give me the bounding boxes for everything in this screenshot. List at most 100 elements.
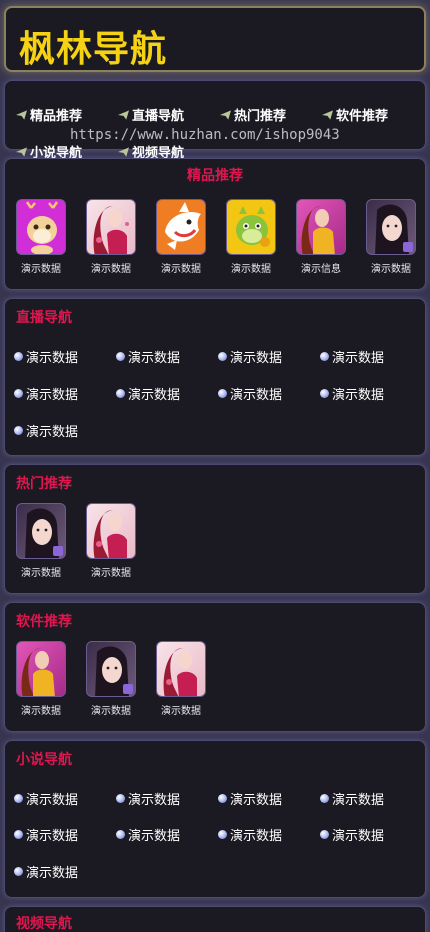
novel-section: 小说导航 演示数据 演示数据 演示数据 演示数据 演示数据 演示数据 演示数据 …: [4, 740, 426, 898]
featured-section: 精品推荐 演示数据 演示数据 演示数据 演示数据 演示信息 演示数据: [4, 158, 426, 290]
link-label: 演示数据: [26, 829, 79, 844]
app-label: 演示数据: [21, 264, 61, 275]
site-title: 枫林导航: [19, 29, 168, 70]
bullet-icon: [320, 389, 329, 398]
app-card[interactable]: 演示数据: [12, 503, 70, 579]
app-card[interactable]: 演示数据: [82, 503, 140, 579]
link-label: 演示数据: [26, 351, 79, 366]
portrait-icon: [366, 199, 416, 255]
link-item[interactable]: 演示数据: [14, 347, 78, 366]
bullet-icon: [320, 794, 329, 803]
nav-item-label: 软件推荐: [336, 109, 389, 124]
bullet-icon: [116, 830, 125, 839]
link-label: 演示数据: [128, 829, 181, 844]
paper-plane-icon: [220, 109, 231, 120]
link-item[interactable]: 演示数据: [218, 384, 282, 403]
app-label: 演示数据: [91, 568, 131, 579]
portrait-icon: [86, 199, 136, 255]
paper-plane-icon: [322, 109, 333, 120]
link-item[interactable]: 演示数据: [14, 789, 78, 808]
nav-item-label: 精品推荐: [30, 109, 83, 124]
paper-plane-icon: [118, 109, 129, 120]
nav-item-label: 热门推荐: [234, 109, 287, 124]
link-item[interactable]: 演示数据: [14, 384, 78, 403]
paper-plane-icon: [16, 146, 27, 157]
bullet-icon: [218, 352, 227, 361]
deer-mascot-icon: [16, 199, 66, 255]
link-label: 演示数据: [26, 388, 79, 403]
link-item[interactable]: 演示数据: [116, 384, 180, 403]
link-item[interactable]: 演示数据: [320, 789, 384, 808]
app-label: 演示数据: [161, 264, 201, 275]
portrait-icon: [296, 199, 346, 255]
link-label: 演示数据: [230, 829, 283, 844]
app-card[interactable]: 演示数据: [362, 199, 420, 275]
app-card[interactable]: 演示数据: [152, 199, 210, 275]
link-label: 演示数据: [332, 793, 385, 808]
link-label: 演示数据: [128, 388, 181, 403]
link-item[interactable]: 演示数据: [218, 825, 282, 844]
bullet-icon: [116, 389, 125, 398]
bullet-icon: [116, 352, 125, 361]
app-label: 演示数据: [91, 264, 131, 275]
bullet-icon: [14, 794, 23, 803]
nav-item-software[interactable]: 软件推荐: [322, 105, 388, 124]
app-card[interactable]: 演示数据: [82, 199, 140, 275]
app-card[interactable]: 演示数据: [12, 641, 70, 717]
link-item[interactable]: 演示数据: [218, 347, 282, 366]
app-label: 演示数据: [161, 706, 201, 717]
link-item[interactable]: 演示数据: [116, 789, 180, 808]
bullet-icon: [218, 830, 227, 839]
link-item[interactable]: 演示数据: [116, 347, 180, 366]
portrait-icon: [16, 641, 66, 697]
link-label: 演示数据: [26, 793, 79, 808]
link-label: 演示数据: [230, 351, 283, 366]
dragon-mascot-icon: [226, 199, 276, 255]
portrait-icon: [156, 641, 206, 697]
link-item[interactable]: 演示数据: [14, 421, 78, 440]
app-card[interactable]: 演示数据: [152, 641, 210, 717]
link-label: 演示数据: [128, 351, 181, 366]
nav-item-featured[interactable]: 精品推荐: [16, 105, 82, 124]
link-label: 演示数据: [128, 793, 181, 808]
link-item[interactable]: 演示数据: [14, 862, 78, 881]
portrait-icon: [86, 503, 136, 559]
section-title: 视频导航: [16, 916, 72, 932]
app-label: 演示数据: [21, 568, 61, 579]
software-section: 软件推荐 演示数据 演示数据 演示数据: [4, 602, 426, 732]
bullet-icon: [218, 794, 227, 803]
section-title: 精品推荐: [187, 168, 243, 184]
link-item[interactable]: 演示数据: [218, 789, 282, 808]
link-label: 演示数据: [230, 793, 283, 808]
app-label: 演示信息: [301, 264, 341, 275]
paper-plane-icon: [16, 109, 27, 120]
app-card[interactable]: 演示数据: [82, 641, 140, 717]
nav-item-live[interactable]: 直播导航: [118, 105, 184, 124]
bullet-icon: [14, 426, 23, 435]
app-card[interactable]: 演示数据: [12, 199, 70, 275]
bullet-icon: [14, 352, 23, 361]
section-title: 热门推荐: [16, 476, 72, 492]
app-label: 演示数据: [21, 706, 61, 717]
link-label: 演示数据: [332, 829, 385, 844]
nav-item-label: 直播导航: [132, 109, 185, 124]
bullet-icon: [14, 867, 23, 876]
hot-section: 热门推荐 演示数据 演示数据: [4, 464, 426, 594]
app-card[interactable]: 演示数据: [222, 199, 280, 275]
link-item[interactable]: 演示数据: [320, 384, 384, 403]
nav-item-hot[interactable]: 热门推荐: [220, 105, 286, 124]
link-item[interactable]: 演示数据: [116, 825, 180, 844]
portrait-icon: [16, 503, 66, 559]
section-title: 软件推荐: [16, 614, 72, 630]
bullet-icon: [218, 389, 227, 398]
link-item[interactable]: 演示数据: [14, 825, 78, 844]
bullet-icon: [14, 830, 23, 839]
site-header: 枫林导航: [4, 6, 426, 72]
link-item[interactable]: 演示数据: [320, 347, 384, 366]
link-label: 演示数据: [332, 388, 385, 403]
link-label: 演示数据: [26, 866, 79, 881]
link-item[interactable]: 演示数据: [320, 825, 384, 844]
link-label: 演示数据: [230, 388, 283, 403]
app-card[interactable]: 演示信息: [292, 199, 350, 275]
section-title: 直播导航: [16, 310, 72, 326]
